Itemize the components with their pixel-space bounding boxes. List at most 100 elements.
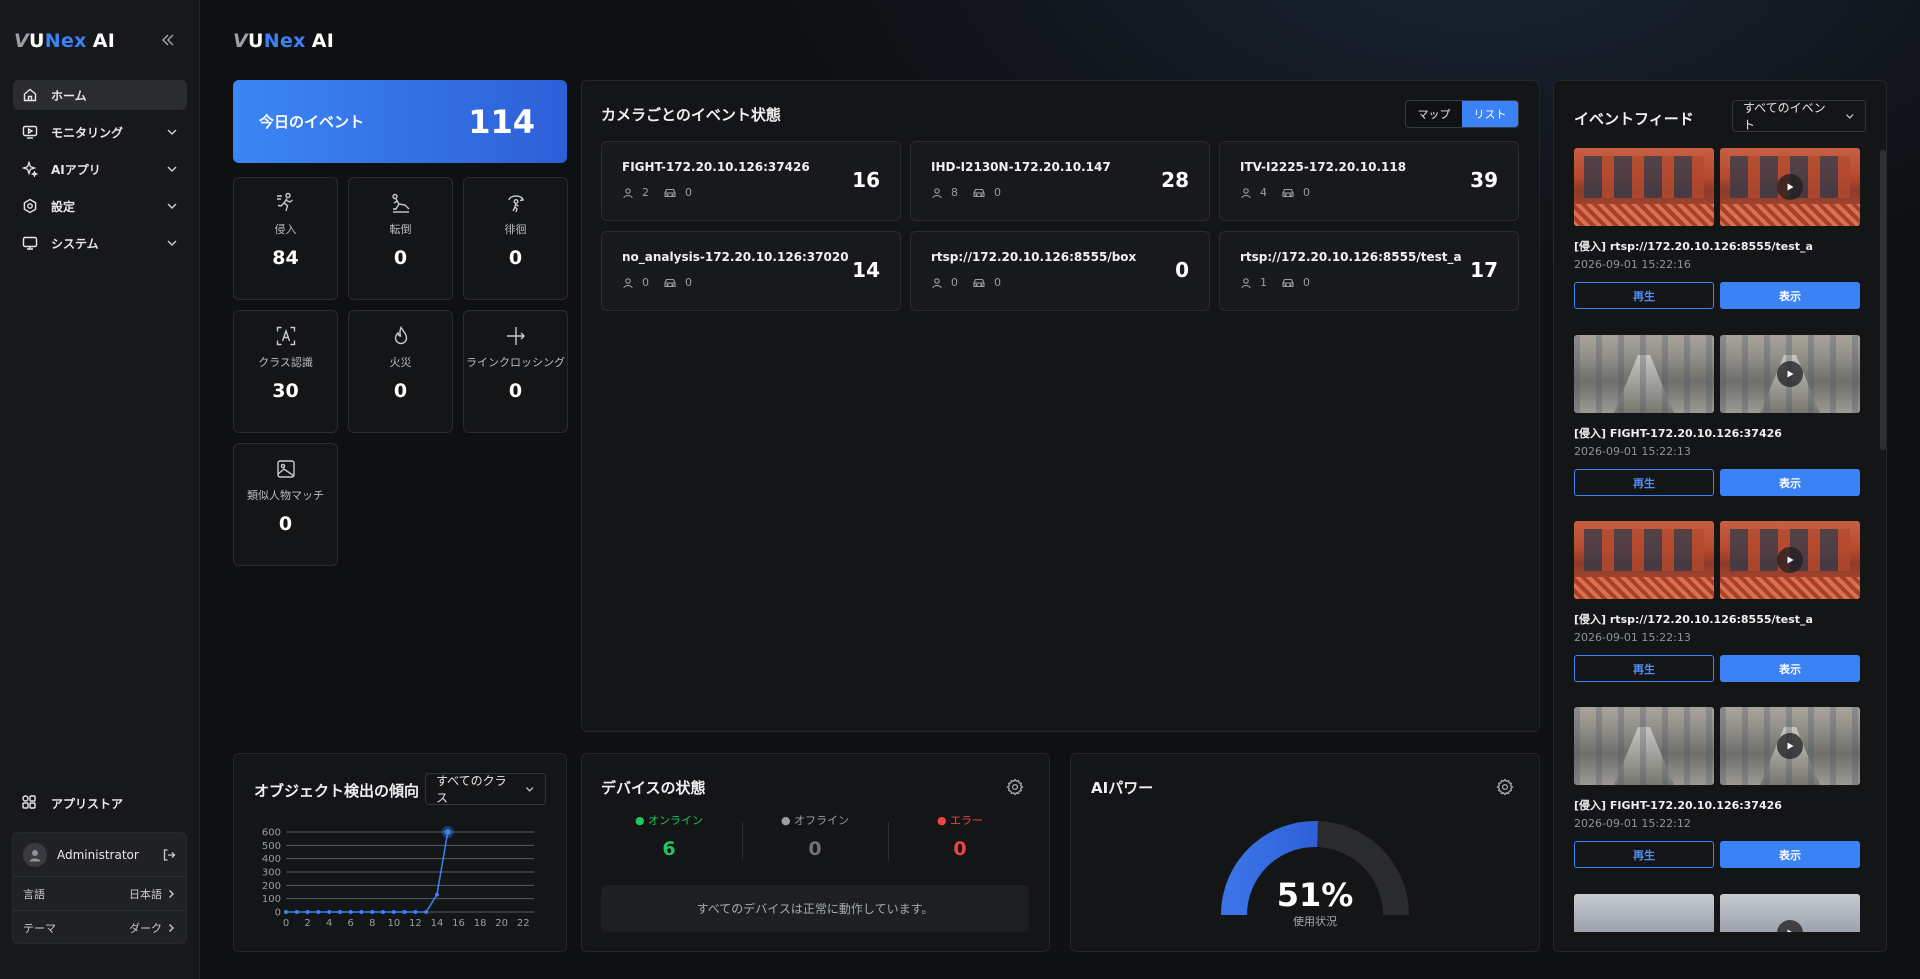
camera-card[interactable]: IHD-I2130N-172.20.10.147 8 0 28: [910, 141, 1210, 221]
event-snapshot[interactable]: [1574, 707, 1714, 785]
thumbnail-pair: [1574, 521, 1860, 599]
person-count: 2: [642, 186, 649, 199]
stat-line-crossing[interactable]: ラインクロッシング 0: [463, 310, 568, 433]
trend-line-chart: 0 100 200 300 400 500 600 0 2 4 6 8 10 12 14 16 18 20 22: [262, 826, 534, 929]
stat-intrusion[interactable]: 侵入 84: [233, 177, 338, 300]
play-icon[interactable]: [1777, 361, 1803, 387]
vehicle-count: 0: [994, 186, 1001, 199]
play-button[interactable]: 再生: [1574, 655, 1714, 682]
sidebar-item-home[interactable]: ホーム: [13, 80, 187, 110]
sidebar-item-monitoring[interactable]: モニタリング: [13, 117, 187, 147]
event-snapshot[interactable]: [1574, 894, 1714, 932]
view-button[interactable]: 表示: [1720, 655, 1860, 682]
collapse-sidebar-icon[interactable]: [160, 32, 180, 52]
feed-scrollbar[interactable]: [1880, 150, 1886, 450]
vehicle-count: 0: [685, 186, 692, 199]
play-button[interactable]: 再生: [1574, 841, 1714, 868]
class-filter-value: すべてのクラス: [436, 774, 507, 805]
play-button[interactable]: 再生: [1574, 469, 1714, 496]
stat-similar-person[interactable]: 類似人物マッチ 0: [233, 443, 338, 566]
home-icon: [21, 86, 39, 104]
person-icon: [622, 187, 638, 199]
stat-loitering[interactable]: 徘徊 0: [463, 177, 568, 300]
apps-grid-icon: [21, 794, 39, 812]
logout-icon[interactable]: [162, 848, 176, 862]
sidebar-logo[interactable]: V U Nex AI: [14, 30, 115, 52]
image-icon: [275, 458, 297, 480]
camera-name: ITV-I2225-172.20.10.118: [1240, 160, 1407, 174]
camera-card[interactable]: FIGHT-172.20.10.126:37426 2 0 16: [601, 141, 901, 221]
sidebar-item-settings[interactable]: 設定: [13, 191, 187, 221]
chevron-right-icon: [169, 924, 174, 932]
stat-fire[interactable]: 火災 0: [348, 310, 453, 433]
data-point: [348, 910, 353, 914]
feed-item-actions: 再生 表示: [1574, 282, 1860, 309]
language-row[interactable]: 言語 日本語: [13, 877, 186, 911]
view-button[interactable]: 表示: [1720, 282, 1860, 309]
chevron-down-icon: [525, 787, 534, 792]
play-icon[interactable]: [1777, 174, 1803, 200]
chevron-down-icon: [167, 240, 177, 247]
vehicle-count: 0: [994, 276, 1001, 289]
play-icon[interactable]: [1777, 920, 1803, 932]
x-tick-label: 16: [452, 918, 465, 929]
sidebar-item-system[interactable]: システム: [13, 228, 187, 258]
feed-item-title: [侵入] rtsp://172.20.10.126:8555/test_a: [1574, 240, 1813, 253]
camera-event-count: 17: [1470, 258, 1498, 282]
stat-label: 類似人物マッチ: [247, 489, 324, 502]
stat-label: クラス認識: [258, 356, 313, 369]
sidebar-item-ai-apps[interactable]: AIアプリ: [13, 154, 187, 184]
event-filter-value: すべてのイベント: [1743, 101, 1826, 132]
data-point: [434, 892, 439, 897]
camera-card[interactable]: no_analysis-172.20.10.126:37020 0 0 14: [601, 231, 901, 311]
x-tick-label: 2: [304, 918, 310, 929]
toggle-list-button[interactable]: リスト: [1462, 101, 1518, 127]
event-snapshot[interactable]: [1574, 521, 1714, 599]
person-icon: [622, 277, 638, 289]
theme-row[interactable]: テーマ ダーク: [13, 911, 186, 945]
person-icon: [931, 277, 947, 289]
data-point: [284, 910, 288, 914]
event-clip[interactable]: [1720, 894, 1860, 932]
play-button[interactable]: 再生: [1574, 282, 1714, 309]
event-clip[interactable]: [1720, 707, 1860, 785]
camera-event-count: 14: [852, 258, 880, 282]
gear-icon[interactable]: [1006, 778, 1024, 796]
camera-card[interactable]: ITV-I2225-172.20.10.118 4 0 39: [1219, 141, 1519, 221]
camera-card[interactable]: rtsp://172.20.10.126:8555/test_a 1 0 17: [1219, 231, 1519, 311]
view-button[interactable]: 表示: [1720, 469, 1860, 496]
event-clip[interactable]: [1720, 335, 1860, 413]
vehicle-icon: [972, 187, 990, 199]
feed-item-time: 2026-09-01 15:22:12: [1574, 817, 1691, 830]
event-snapshot[interactable]: [1574, 335, 1714, 413]
event-snapshot[interactable]: [1574, 148, 1714, 226]
play-icon[interactable]: [1777, 733, 1803, 759]
feed-item-actions: 再生 表示: [1574, 841, 1860, 868]
stat-fall[interactable]: 転倒 0: [348, 177, 453, 300]
feed-item: [侵入] FIGHT-172.20.10.126:37426 2026-09-01…: [1574, 707, 1860, 868]
class-filter-select[interactable]: すべてのクラス: [425, 773, 546, 805]
toggle-map-button[interactable]: マップ: [1406, 101, 1462, 127]
ai-power-title: AIパワー: [1091, 779, 1154, 797]
divider: [888, 822, 889, 860]
event-clip[interactable]: [1720, 521, 1860, 599]
person-count: 0: [951, 276, 958, 289]
feed-item: [侵入] rtsp://172.20.10.126:8555/test_a 202…: [1574, 521, 1860, 682]
stat-class-recognition[interactable]: クラス認識 30: [233, 310, 338, 433]
sidebar: V U Nex AI ホーム モニタリング AIアプリ 設定 システム アプリス…: [0, 0, 200, 979]
gear-icon[interactable]: [1496, 778, 1514, 796]
play-icon[interactable]: [1777, 547, 1803, 573]
avatar[interactable]: [23, 842, 47, 867]
feed-item-time: 2026-09-01 15:22:16: [1574, 258, 1691, 271]
event-filter-select[interactable]: すべてのイベント: [1732, 100, 1866, 132]
vehicle-count: 0: [685, 276, 692, 289]
sidebar-item-app-store[interactable]: アプリストア: [13, 788, 187, 818]
data-point: [424, 910, 429, 914]
y-tick-label: 200: [262, 881, 281, 892]
camera-card[interactable]: rtsp://172.20.10.126:8555/box 0 0 0: [910, 231, 1210, 311]
event-clip[interactable]: [1720, 148, 1860, 226]
data-point: [337, 910, 342, 914]
view-button[interactable]: 表示: [1720, 841, 1860, 868]
feed-item-actions: 再生 表示: [1574, 655, 1860, 682]
today-events-label: 今日のイベント: [259, 113, 365, 131]
